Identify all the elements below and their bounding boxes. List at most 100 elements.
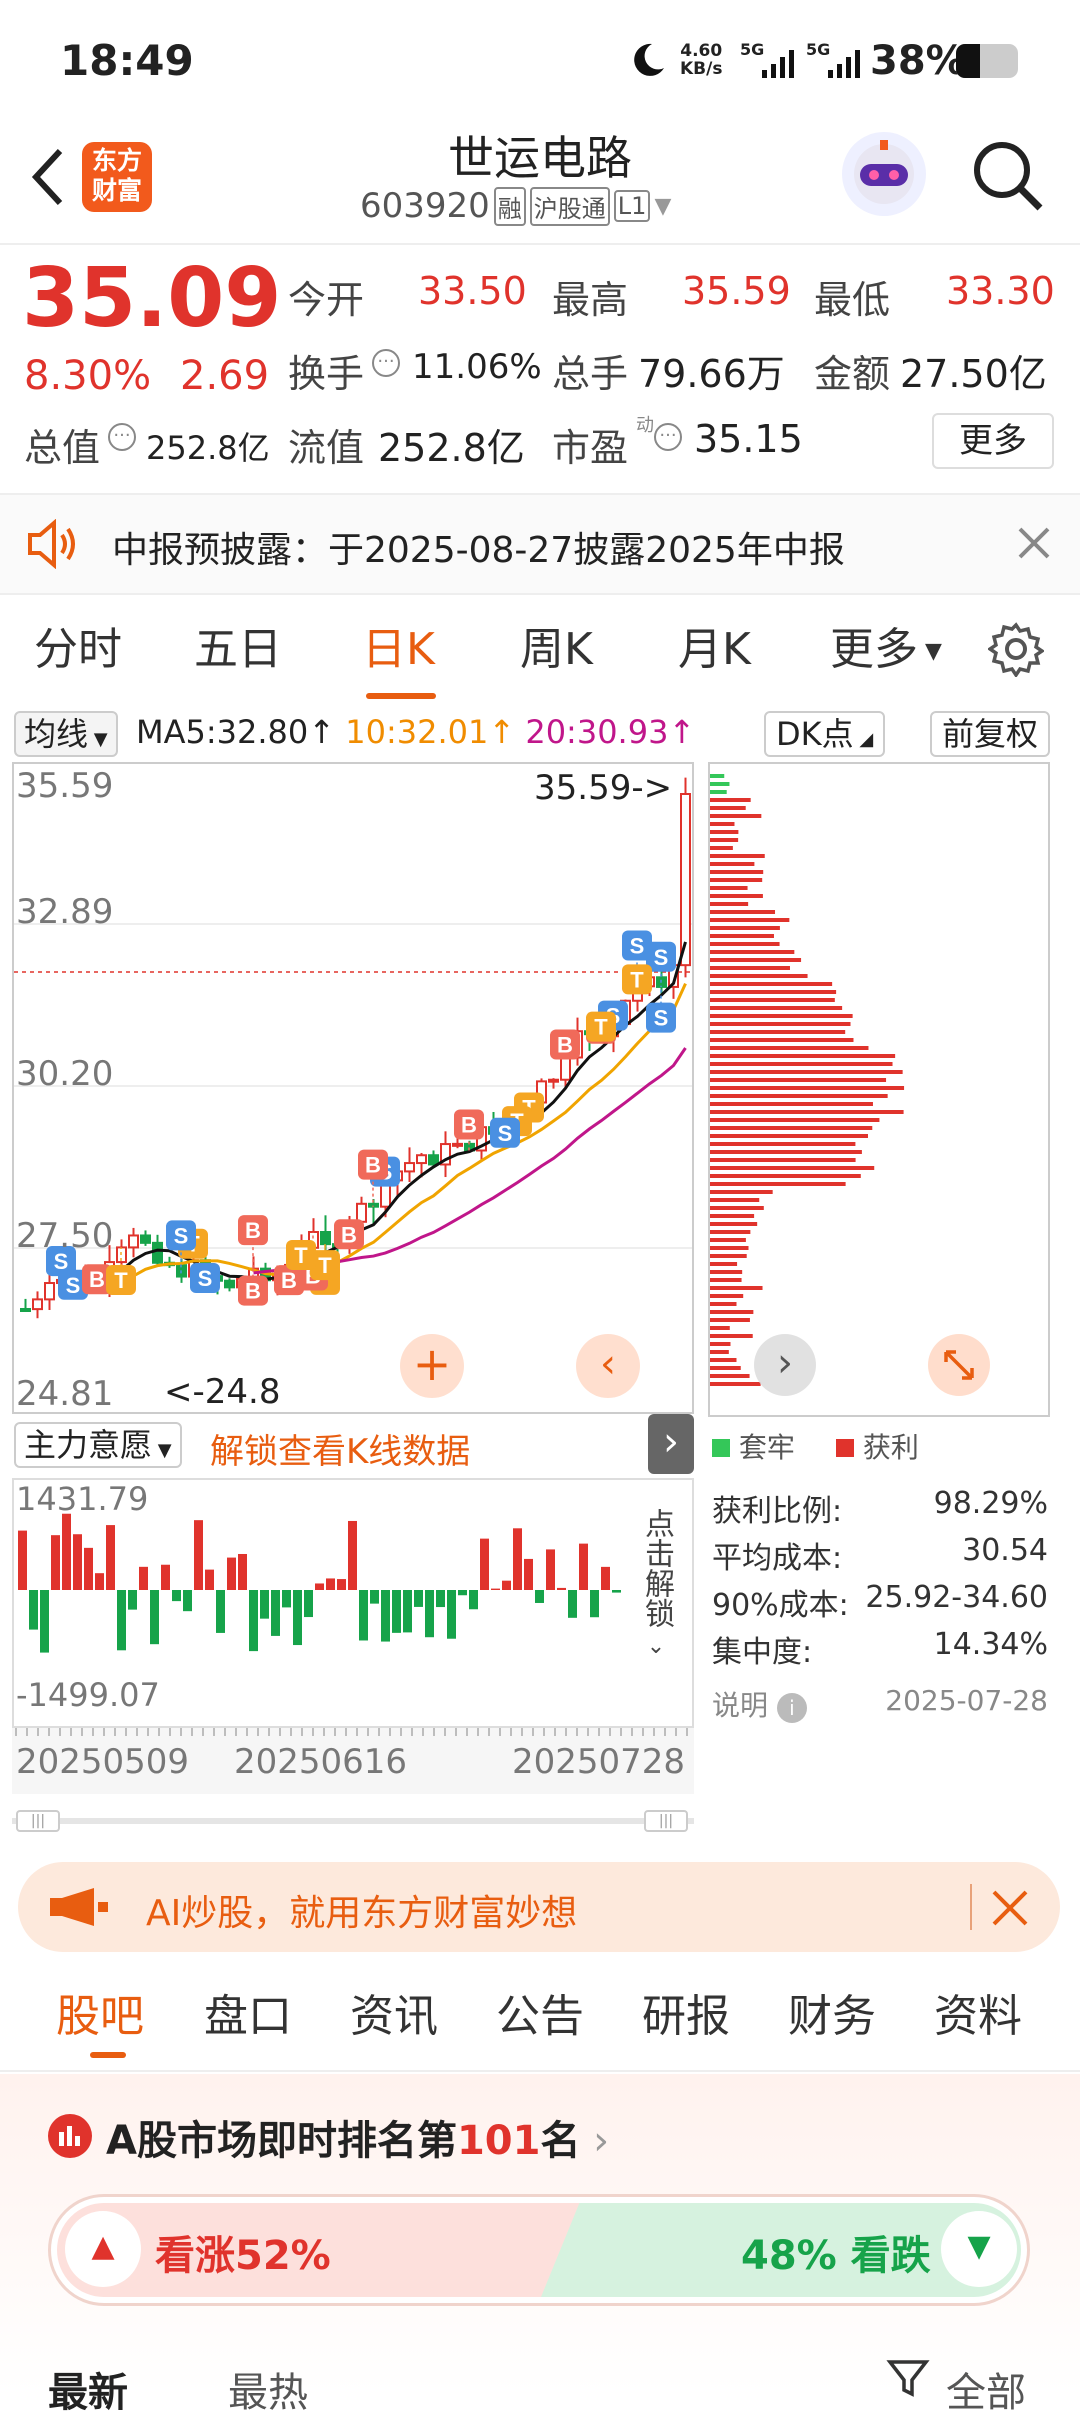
open-value: 33.50 — [418, 269, 527, 313]
filter-all[interactable]: 全部 — [946, 2360, 1026, 2418]
filter-icon[interactable] — [886, 2358, 930, 2398]
mktcap-label: 总值 — [24, 426, 101, 470]
flow-bar — [117, 1590, 126, 1651]
sort-latest[interactable]: 最新 — [48, 2360, 128, 2418]
sort-hottest[interactable]: 最热 — [228, 2360, 308, 2418]
kline-svg: TSTSBSTTSSBBSBTSBTBSBSBSTSBBTT — [14, 777, 692, 1319]
chip-note-link[interactable]: 说明 i — [712, 1684, 807, 1724]
ai-robot-avatar-icon[interactable] — [842, 132, 926, 216]
brand-logo[interactable]: 东方 财富 — [82, 142, 152, 212]
chip-row-label: 平均成本: — [712, 1541, 843, 1576]
close-icon[interactable] — [1016, 525, 1052, 561]
money-flow-chart[interactable]: 1431.79 -1499.07 点击解锁 ⌄ — [12, 1478, 694, 1728]
info-dots-icon[interactable]: ··· — [372, 349, 400, 377]
chip-bar — [710, 1006, 843, 1010]
ma10-arrow-icon: ↑ — [488, 713, 516, 751]
date-end: 20250728 — [512, 1742, 686, 1782]
chip-bar — [710, 990, 837, 994]
chip-bar — [710, 1190, 773, 1194]
active-section-indicator — [90, 2052, 126, 2058]
marker-letter: B — [341, 1222, 357, 1247]
back-arrow-icon[interactable] — [18, 142, 78, 212]
tab-profile[interactable]: 资料 — [934, 1980, 1022, 2044]
tab-intraday[interactable]: 分时 — [34, 595, 122, 705]
chip-bar — [710, 1374, 750, 1378]
chip-distribution[interactable]: › — [708, 762, 1050, 1417]
tab-guba[interactable]: 股吧 — [56, 1980, 144, 2044]
stock-name: 世运电路 — [448, 131, 632, 185]
ma-select[interactable]: 均线 ▼ — [14, 711, 118, 757]
close-icon[interactable] — [990, 1888, 1030, 1928]
stock-code-row[interactable]: 603920 融 沪股通 L1 ▼ — [360, 186, 671, 226]
brand-logo-line1: 东方 — [91, 146, 142, 175]
tab-five-day[interactable]: 五日 — [194, 595, 282, 705]
tab-pankou[interactable]: 盘口 — [204, 1980, 292, 2044]
chip-bar — [710, 926, 780, 930]
battery-percent: 38% — [870, 38, 966, 84]
tab-announcements[interactable]: 公告 — [496, 1980, 584, 2044]
gear-icon[interactable] — [986, 621, 1046, 679]
rank-text[interactable]: A股市场即时排名第101名 › — [106, 2108, 609, 2166]
notice-bar[interactable]: 中报预披露：于2025-08-27披露2025年中报 — [0, 495, 1080, 595]
marker-letter: B — [281, 1268, 297, 1293]
tab-research[interactable]: 研报 — [642, 1980, 730, 2044]
chevron-right-icon[interactable]: › — [648, 1414, 694, 1474]
vote-down-button[interactable]: ▼ — [941, 2211, 1017, 2287]
chip-bar — [710, 838, 739, 842]
chip-bar — [710, 790, 727, 794]
ai-banner[interactable]: AI炒股，就用东方财富妙想 — [18, 1862, 1060, 1952]
chip-bar — [710, 1310, 754, 1314]
chip-bar — [710, 1054, 896, 1058]
chip-bar — [710, 1110, 904, 1114]
indicator-select[interactable]: 主力意愿 ▼ — [14, 1422, 182, 1468]
marker-letter: B — [245, 1218, 261, 1243]
vote-bar: ▲ 看涨52% 48% 看跌 ▼ — [48, 2194, 1030, 2306]
flow-bar — [502, 1580, 511, 1590]
vote-up-button[interactable]: ▲ — [65, 2211, 141, 2287]
flow-bar — [359, 1590, 368, 1641]
expand-icon[interactable] — [928, 1334, 990, 1396]
chip-date: 2025-07-28 — [885, 1684, 1048, 1717]
tab-weekly-k[interactable]: 周K — [520, 595, 593, 705]
chip-bar — [710, 1070, 903, 1074]
adjust-button[interactable]: 前复权 — [930, 711, 1051, 757]
search-icon[interactable] — [970, 138, 1046, 214]
more-quote-button[interactable]: 更多 — [932, 413, 1054, 469]
chip-bar — [710, 1238, 746, 1242]
flow-bar — [590, 1590, 599, 1618]
chip-bar — [710, 1062, 893, 1066]
kline-chart[interactable]: TSTSBSTTSSBBSBTSBTBSBSBSTSBBTT 35.59 32.… — [12, 762, 694, 1414]
scroll-handle-right[interactable]: ||| — [644, 1810, 688, 1832]
chip-bar — [710, 958, 802, 962]
dk-point-button[interactable]: DK点 ◢ — [764, 711, 886, 757]
chip-row-value: 25.92-34.60 — [865, 1580, 1048, 1615]
marker-letter: S — [174, 1223, 189, 1248]
chip-bar — [710, 1270, 743, 1274]
scroll-handle-left[interactable]: ||| — [16, 1810, 60, 1832]
chip-stats: 套牢 获利 获利比例: 98.29% 平均成本: 30.54 90%成本: 25… — [712, 1426, 1052, 1726]
tab-finance[interactable]: 财务 — [788, 1980, 876, 2044]
tab-monthly-k[interactable]: 月K — [678, 595, 751, 705]
range-scrollbar[interactable]: ||| ||| — [12, 1810, 694, 1832]
flow-bar — [546, 1549, 555, 1590]
flow-bar — [337, 1579, 346, 1590]
unlock-side-label: 点击解锁 — [639, 1508, 674, 1628]
tab-news[interactable]: 资讯 — [350, 1980, 438, 2044]
tab-more[interactable]: 更多 ▼ — [830, 595, 942, 705]
unlock-kline-link[interactable]: 解锁查看K线数据 — [210, 1424, 470, 1473]
info-dots-icon[interactable]: ··· — [654, 423, 682, 451]
info-dots-icon[interactable]: ··· — [108, 423, 136, 451]
candle-body — [152, 1241, 163, 1264]
marker-letter: S — [654, 945, 669, 970]
flow-bar — [194, 1520, 203, 1590]
chevron-right-icon[interactable]: › — [754, 1334, 816, 1396]
banner-divider — [970, 1884, 972, 1930]
flow-bar — [150, 1590, 159, 1645]
chevron-left-icon[interactable]: ‹ — [576, 1334, 640, 1398]
chip-bar — [710, 942, 780, 946]
add-icon[interactable]: + — [400, 1334, 464, 1398]
tab-daily-k[interactable]: 日K — [362, 595, 435, 705]
chip-bar — [710, 1046, 869, 1050]
unlock-side-button[interactable]: 点击解锁 ⌄ — [626, 1508, 686, 1708]
date-axis: 20250509 20250616 20250728 — [12, 1728, 694, 1794]
